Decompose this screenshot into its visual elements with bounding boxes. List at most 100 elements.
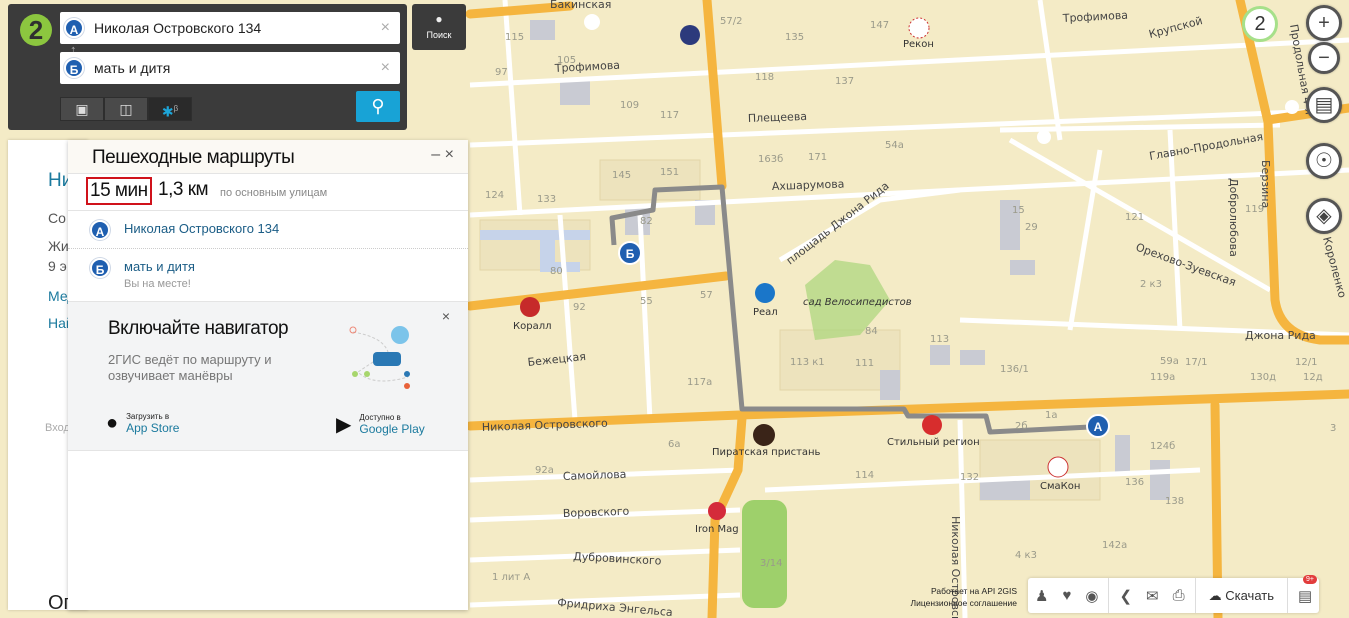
route-marker-b[interactable]: Б bbox=[618, 241, 642, 265]
mail-icon[interactable]: ✉ bbox=[1139, 587, 1166, 605]
zoom-level-indicator: 2 bbox=[1242, 6, 1278, 42]
walk-mode-tab[interactable]: ✱β bbox=[148, 97, 192, 121]
house-number: 142а bbox=[1102, 540, 1127, 551]
house-number: 119а bbox=[1150, 372, 1175, 383]
license-link[interactable]: Лицензионное соглашение bbox=[905, 597, 1018, 609]
locate-icon: ☉ bbox=[1315, 150, 1333, 172]
route-start-point[interactable]: А Николая Островского 134 bbox=[68, 211, 468, 249]
route-end-note: Вы на месте! bbox=[124, 278, 191, 290]
minimize-button[interactable]: – bbox=[431, 146, 440, 163]
point-a-badge: А bbox=[64, 18, 84, 38]
poi-label: Стильный регион bbox=[887, 437, 980, 448]
point-b-value[interactable]: мать и дитя bbox=[94, 60, 381, 76]
route-panel-title: Пешеходные маршруты bbox=[92, 147, 295, 168]
stadium-field bbox=[742, 500, 787, 608]
house-number: 115 bbox=[505, 32, 524, 43]
search-tab-button[interactable]: ● Поиск bbox=[412, 4, 466, 50]
point-a-value[interactable]: Николая Островского 134 bbox=[94, 20, 381, 36]
route-panel: Пешеходные маршруты – × 15 мин 1,3 км по… bbox=[68, 140, 468, 610]
car-mode-tab[interactable]: ▣ bbox=[60, 97, 104, 121]
layers-button[interactable]: ◈ bbox=[1306, 198, 1342, 234]
house-number: 145 bbox=[612, 170, 631, 181]
clear-icon[interactable]: × bbox=[381, 59, 390, 77]
news-button[interactable]: ▤ 9+ bbox=[1291, 574, 1319, 605]
house-number: 54а bbox=[885, 140, 904, 151]
house-number: 92 bbox=[573, 302, 586, 313]
house-number: 82 bbox=[640, 216, 653, 227]
comment-icon[interactable]: ◉ bbox=[1078, 587, 1105, 605]
clear-icon[interactable]: × bbox=[381, 19, 390, 37]
api-credit[interactable]: Работает на API 2GIS bbox=[905, 585, 1017, 597]
house-number: 113 к1 bbox=[790, 357, 825, 368]
zoom-in-button[interactable]: + bbox=[1306, 5, 1342, 41]
street-label: Воровского bbox=[563, 505, 630, 520]
sidebar-text: 9 э bbox=[48, 258, 67, 274]
share-icon[interactable]: ❮ bbox=[1112, 587, 1139, 605]
navigator-illustration bbox=[349, 326, 410, 389]
poi-label: Рекон bbox=[903, 39, 934, 50]
route-marker-a[interactable]: А bbox=[1086, 414, 1110, 438]
house-number: 6а bbox=[668, 439, 681, 450]
house-number: 133 bbox=[537, 194, 556, 205]
house-number: 132 bbox=[960, 472, 979, 483]
close-button[interactable]: × bbox=[445, 146, 454, 163]
pedestrian-icon: ✱ bbox=[161, 103, 174, 120]
street-label: Самойлова bbox=[563, 468, 627, 483]
bus-icon: ◫ bbox=[119, 101, 133, 117]
download-button[interactable]: ☁ Скачать bbox=[1199, 588, 1284, 604]
layers-icon: ◈ bbox=[1316, 205, 1332, 227]
zoom-out-button[interactable]: − bbox=[1308, 42, 1340, 74]
search-tab-label: Поиск bbox=[426, 30, 452, 40]
street-label: Ахшарумова bbox=[772, 177, 845, 193]
close-promo-button[interactable]: × bbox=[442, 308, 450, 324]
locate-button[interactable]: ☉ bbox=[1306, 143, 1342, 179]
house-number: 55 bbox=[640, 296, 653, 307]
house-number: 2б bbox=[1015, 421, 1028, 432]
beta-label: β bbox=[173, 104, 179, 113]
bus-mode-tab[interactable]: ◫ bbox=[104, 97, 148, 121]
house-number: 109 bbox=[620, 100, 639, 111]
poi-label: Реал bbox=[753, 307, 778, 318]
ruler-button[interactable]: ▤ bbox=[1306, 87, 1342, 123]
sidebar-text: Со bbox=[48, 210, 66, 226]
house-number: 117а bbox=[687, 377, 712, 388]
house-number: 163б bbox=[758, 154, 783, 165]
house-number: 2 к3 bbox=[1140, 279, 1162, 290]
google-play-icon: ▶ bbox=[336, 414, 352, 436]
street-label: Плещеева bbox=[748, 110, 808, 125]
house-number: 130д bbox=[1250, 372, 1276, 383]
user-icon[interactable]: ♟ bbox=[1028, 587, 1055, 605]
house-number: 57 bbox=[700, 290, 713, 301]
house-number: 135 bbox=[785, 32, 804, 43]
promo-description: 2ГИС ведёт по маршруту и озвучивает манё… bbox=[108, 352, 272, 383]
house-number: 114 bbox=[855, 470, 874, 481]
search-button[interactable]: ⚲ bbox=[356, 91, 400, 122]
house-number: 3 bbox=[1330, 423, 1336, 434]
app-store-link[interactable]: ● Загрузить в App Store bbox=[106, 412, 179, 435]
google-play-label: Google Play bbox=[359, 422, 425, 436]
google-play-link[interactable]: ▶ Доступно в Google Play bbox=[336, 412, 425, 437]
print-icon[interactable]: ⎙ bbox=[1166, 587, 1192, 604]
heart-icon[interactable]: ♥ bbox=[1055, 587, 1078, 604]
route-summary[interactable]: 15 мин 1,3 км по основным улицам bbox=[68, 174, 468, 211]
promo-title: Включайте навигатор bbox=[108, 318, 289, 339]
house-number: 1а bbox=[1045, 410, 1058, 421]
house-number: 80 bbox=[550, 266, 563, 277]
house-number: 111 bbox=[855, 358, 874, 369]
house-number: 121 bbox=[1125, 212, 1144, 223]
2gis-logo[interactable]: 2 bbox=[20, 14, 52, 46]
house-number: 84 bbox=[865, 326, 878, 337]
house-number: 151 bbox=[660, 167, 679, 178]
house-number: 97 bbox=[495, 67, 508, 78]
point-a-input[interactable]: А Николая Островского 134 × bbox=[60, 12, 400, 44]
point-b-badge: Б bbox=[64, 58, 84, 78]
route-end-name[interactable]: мать и дитя bbox=[124, 259, 195, 274]
house-number: 15 bbox=[1012, 205, 1025, 216]
poi-label: Пиратская пристань bbox=[712, 447, 821, 458]
bottom-toolbar: ♟ ♥ ◉ ❮ ✉ ⎙ ☁ Скачать ▤ 9+ bbox=[1028, 574, 1320, 613]
route-end-point[interactable]: Б мать и дитя Вы на месте! bbox=[68, 249, 468, 301]
house-number: 118 bbox=[755, 72, 774, 83]
point-b-input[interactable]: Б мать и дитя × bbox=[60, 52, 400, 84]
route-start-name[interactable]: Николая Островского 134 bbox=[124, 221, 279, 236]
poi-label: Коралл bbox=[513, 321, 551, 332]
